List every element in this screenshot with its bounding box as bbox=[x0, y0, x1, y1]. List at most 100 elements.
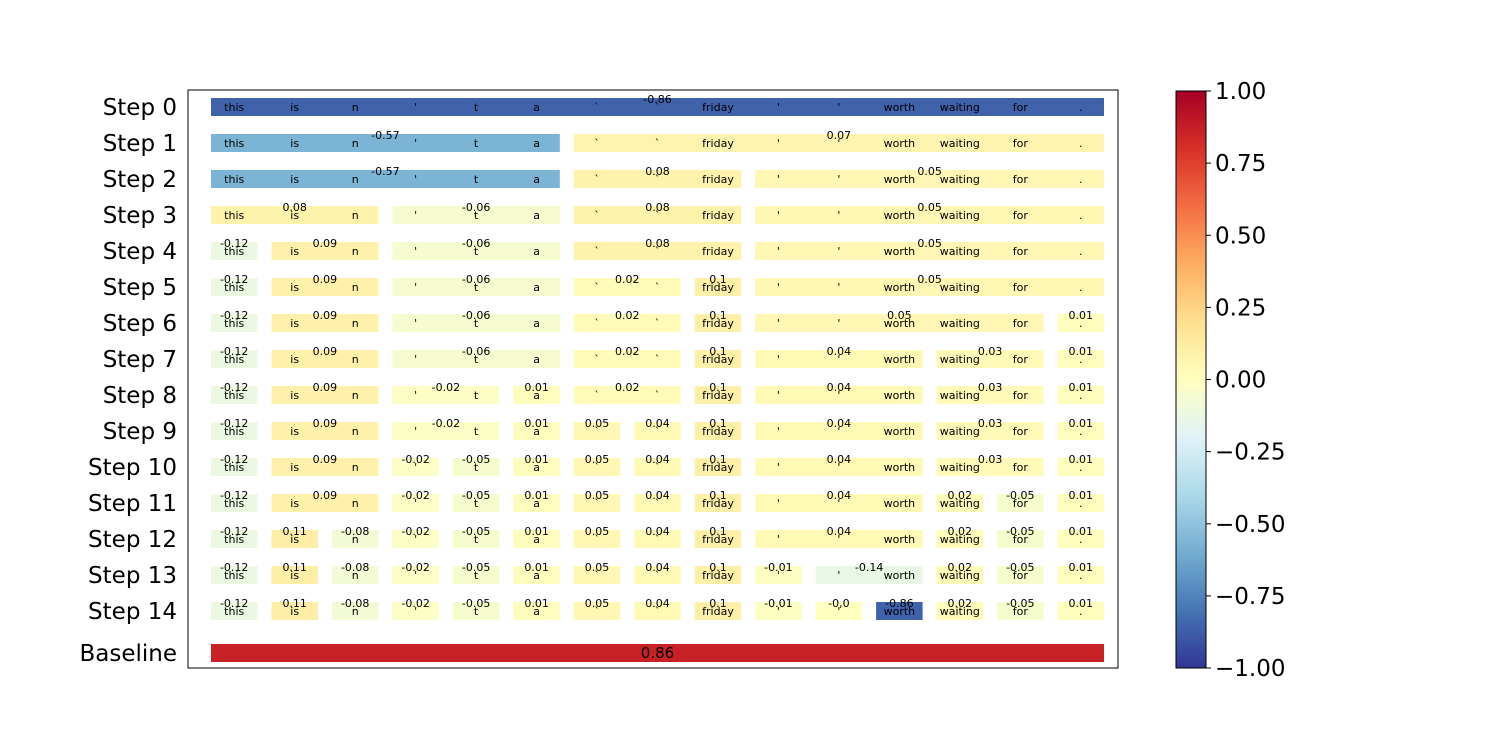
token-label: n bbox=[352, 137, 359, 150]
colorbar-tick-label: −0.50 bbox=[1215, 512, 1285, 538]
token-label: for bbox=[1013, 173, 1029, 186]
token-label: is bbox=[290, 461, 299, 474]
token-label: a bbox=[533, 137, 540, 150]
token-label: waiting bbox=[940, 101, 980, 114]
row-label: Step 0 bbox=[103, 95, 177, 121]
token-label: a bbox=[533, 425, 540, 438]
token-label: for bbox=[1013, 281, 1029, 294]
token-label: . bbox=[1079, 281, 1083, 294]
token-label: ` bbox=[655, 281, 661, 294]
token-label: ' bbox=[414, 173, 417, 186]
token-label: t bbox=[474, 533, 479, 546]
token-label: ' bbox=[414, 569, 417, 582]
token-label: this bbox=[224, 461, 244, 474]
token-label: ' bbox=[777, 173, 780, 186]
row-label: Step 10 bbox=[88, 455, 177, 481]
token-label: . bbox=[1079, 497, 1083, 510]
token-label: . bbox=[1079, 425, 1083, 438]
token-label: . bbox=[1079, 245, 1083, 258]
colorbar-tick-label: 0.00 bbox=[1215, 368, 1266, 394]
token-label: ' bbox=[837, 101, 840, 114]
token-label: friday bbox=[702, 461, 734, 474]
token-label: for bbox=[1013, 317, 1029, 330]
token-label: ` bbox=[655, 425, 661, 438]
token-label: ' bbox=[777, 245, 780, 258]
token-label: waiting bbox=[940, 533, 980, 546]
segment-value-label: 0.05 bbox=[917, 201, 942, 214]
token-label: ' bbox=[777, 425, 780, 438]
segment-value-label: 0.09 bbox=[313, 345, 338, 358]
token-label: ' bbox=[777, 389, 780, 402]
token-label: ` bbox=[655, 173, 661, 186]
token-label: ` bbox=[655, 497, 661, 510]
token-label: n bbox=[352, 605, 359, 618]
token-label: n bbox=[352, 425, 359, 438]
token-label: . bbox=[1079, 461, 1083, 474]
heatmap-row: -0.12 0.11 -0.08 -0.02 -0.05 0.01 0.05 0.04 0.1 0… bbox=[211, 525, 1104, 548]
token-label: waiting bbox=[940, 317, 980, 330]
token-label: for bbox=[1013, 533, 1029, 546]
token-label: ' bbox=[414, 245, 417, 258]
token-label: . bbox=[1079, 137, 1083, 150]
token-label: a bbox=[533, 317, 540, 330]
token-label: ` bbox=[655, 605, 661, 618]
heatmap-row: -0.12 0.11 -0.08 -0.02 -0.05 0.01 0.05 0.04 0.1-… bbox=[211, 561, 1104, 584]
token-label: . bbox=[1079, 209, 1083, 222]
attribution-heatmap-figure: -0.86this is n ' t a ` ` friday ' ' worth waiting for… bbox=[79, 79, 1285, 682]
token-label: ' bbox=[837, 605, 840, 618]
token-label: a bbox=[533, 389, 540, 402]
token-label: ` bbox=[594, 101, 600, 114]
token-label: ' bbox=[837, 425, 840, 438]
token-label: ' bbox=[837, 497, 840, 510]
token-label: ` bbox=[594, 425, 600, 438]
token-label: is bbox=[290, 497, 299, 510]
token-label: ' bbox=[777, 605, 780, 618]
colorbar-tick-label: 0.75 bbox=[1215, 151, 1266, 177]
token-label: this bbox=[224, 137, 244, 150]
token-label: a bbox=[533, 173, 540, 186]
token-label: ` bbox=[655, 533, 661, 546]
token-label: ` bbox=[594, 605, 600, 618]
token-label: worth bbox=[884, 173, 916, 186]
token-label: this bbox=[224, 533, 244, 546]
token-label: friday bbox=[702, 317, 734, 330]
token-label: friday bbox=[702, 137, 734, 150]
token-label: n bbox=[352, 533, 359, 546]
token-label: t bbox=[474, 317, 479, 330]
token-label: ' bbox=[777, 137, 780, 150]
token-label: ` bbox=[594, 497, 600, 510]
token-label: waiting bbox=[940, 353, 980, 366]
token-label: ' bbox=[414, 605, 417, 618]
token-label: ' bbox=[777, 101, 780, 114]
token-label: . bbox=[1079, 569, 1083, 582]
token-label: this bbox=[224, 353, 244, 366]
token-label: friday bbox=[702, 209, 734, 222]
segment-value-label: 0.02 bbox=[615, 345, 640, 358]
token-label: for bbox=[1013, 425, 1029, 438]
segment-value-label: -0.57 bbox=[371, 165, 399, 178]
segment-value-label: 0.03 bbox=[978, 417, 1003, 430]
token-label: this bbox=[224, 245, 244, 258]
segment-value-label: 0.03 bbox=[978, 453, 1003, 466]
token-label: ' bbox=[414, 461, 417, 474]
token-label: worth bbox=[884, 389, 916, 402]
token-label: t bbox=[474, 389, 479, 402]
baseline-value-label: 0.86 bbox=[641, 644, 674, 662]
token-label: is bbox=[290, 245, 299, 258]
token-label: ` bbox=[594, 389, 600, 402]
token-label: ` bbox=[594, 209, 600, 222]
token-label: ` bbox=[655, 317, 661, 330]
token-label: a bbox=[533, 245, 540, 258]
token-label: for bbox=[1013, 569, 1029, 582]
token-label: ' bbox=[837, 209, 840, 222]
token-label: worth bbox=[884, 533, 916, 546]
token-label: this bbox=[224, 317, 244, 330]
token-label: waiting bbox=[940, 497, 980, 510]
segment-value-label: 0.09 bbox=[313, 309, 338, 322]
token-label: t bbox=[474, 353, 479, 366]
segment-value-label: 0.02 bbox=[615, 309, 640, 322]
token-label: this bbox=[224, 173, 244, 186]
token-label: ' bbox=[414, 425, 417, 438]
heatmap-row: -0.12 0.11 -0.08 -0.02 -0.05 0.01 0.05 0.04 0.1-… bbox=[211, 597, 1104, 620]
segment-value-label: -0.57 bbox=[371, 129, 399, 142]
